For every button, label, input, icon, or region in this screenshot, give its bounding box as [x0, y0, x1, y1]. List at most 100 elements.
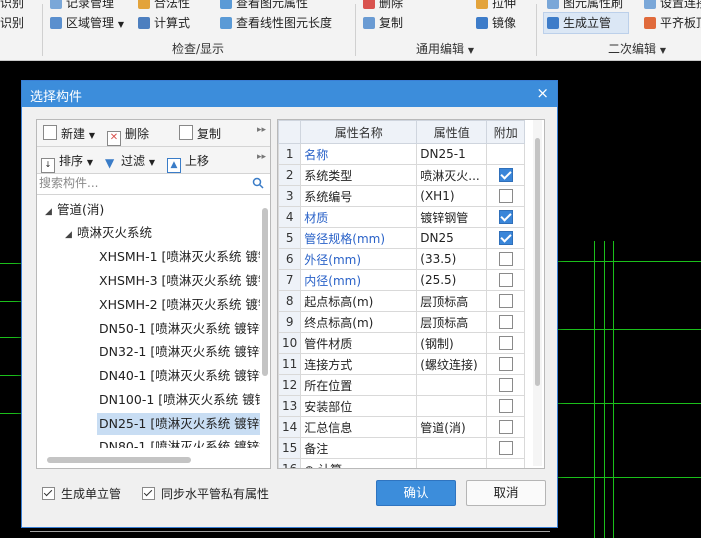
attr-value[interactable]: (螺纹连接): [416, 353, 488, 375]
tree-horizontal-scrollbar[interactable]: [47, 457, 247, 464]
attr-value[interactable]: (XH1): [416, 185, 488, 207]
ribbon-view-length[interactable]: 查看线性图元长度: [220, 14, 332, 31]
checkbox-unchecked[interactable]: [498, 441, 513, 456]
option-sync-private-attr[interactable]: 同步水平管私有属性: [142, 485, 269, 502]
ribbon-view-attr[interactable]: 查看图元属性: [220, 0, 308, 11]
attr-value[interactable]: DN25: [416, 227, 488, 249]
canvas-line: [557, 261, 701, 262]
ribbon-identify-1[interactable]: 识别: [0, 0, 24, 11]
tree-item[interactable]: XHSMH-1 [喷淋灭火系统 镀锌钢: [99, 246, 260, 268]
tree-item[interactable]: DN50-1 [喷淋灭火系统 镀锌钢: [99, 318, 260, 340]
checkbox-unchecked[interactable]: [498, 252, 513, 267]
checkbox-unchecked[interactable]: [498, 336, 513, 351]
attr-value[interactable]: [416, 458, 488, 468]
checkbox-checked[interactable]: [498, 231, 513, 246]
search-input[interactable]: [39, 175, 247, 191]
ribbon-generate-riser[interactable]: 生成立管: [547, 14, 611, 31]
attr-value[interactable]: 喷淋灭火...: [416, 164, 488, 186]
ribbon-delete[interactable]: 删除: [363, 0, 403, 11]
grid-row[interactable]: 10 管件材质 (钢制): [278, 332, 526, 354]
tree-item[interactable]: XHSMH-2 [喷淋灭火系统 镀锌钢: [99, 294, 260, 316]
attr-value[interactable]: DN25-1: [416, 143, 488, 165]
attr-value[interactable]: (33.5): [416, 248, 488, 270]
ok-button[interactable]: 确认: [376, 480, 456, 506]
tree-node-pipe[interactable]: ◢ 管道(消): [45, 199, 104, 221]
filter-button[interactable]: ▼ 过滤 ▼: [105, 152, 155, 170]
scrollbar-thumb[interactable]: [47, 457, 191, 463]
attr-value[interactable]: (钢制): [416, 332, 488, 354]
grid-row[interactable]: 13 安装部位: [278, 395, 526, 417]
move-up-button[interactable]: ▲ 上移: [167, 152, 209, 173]
attr-value[interactable]: 层顶标高: [416, 311, 488, 333]
grid-row[interactable]: 15 备注: [278, 437, 526, 459]
scrollbar-thumb[interactable]: [262, 208, 268, 376]
attr-value[interactable]: [416, 437, 488, 459]
canvas-line: [0, 301, 21, 302]
grid-row[interactable]: 3 系统编号 (XH1): [278, 185, 526, 207]
checkbox-unchecked[interactable]: [498, 189, 513, 204]
tree-item[interactable]: DN100-1 [喷淋灭火系统 镀锌钢: [99, 389, 260, 411]
collapse-arrow-icon[interactable]: ◢: [65, 224, 77, 246]
grid-row[interactable]: 2 系统类型 喷淋灭火...: [278, 164, 526, 186]
ribbon-region-manage[interactable]: 区域管理 ▼: [50, 14, 124, 31]
checkbox-unchecked[interactable]: [498, 315, 513, 330]
grid-row[interactable]: 7 内径(mm) (25.5): [278, 269, 526, 291]
ribbon-flush-slab[interactable]: 平齐板顶: [644, 14, 701, 31]
checkbox-checked[interactable]: [42, 487, 55, 500]
delete-button[interactable]: ✕ 删除: [107, 125, 149, 146]
grid-row[interactable]: 5 管径规格(mm) DN25: [278, 227, 526, 249]
checkbox-unchecked[interactable]: [498, 399, 513, 414]
grid-row[interactable]: 16⊕ 计算: [278, 458, 526, 468]
grid-row[interactable]: 9 终点标高(m) 层顶标高: [278, 311, 526, 333]
grid-row[interactable]: 4 材质 镀锌钢管: [278, 206, 526, 228]
checkbox-checked[interactable]: [498, 210, 513, 225]
checkbox-unchecked[interactable]: [498, 378, 513, 393]
checkbox-unchecked[interactable]: [498, 273, 513, 288]
search-icon[interactable]: [252, 177, 264, 189]
grid-row[interactable]: 12 所在位置: [278, 374, 526, 396]
ribbon-identify-2[interactable]: 识别: [0, 14, 24, 31]
sort-button[interactable]: ↓ 排序 ▼: [41, 152, 93, 173]
ribbon-attr-brush[interactable]: 图元属性刷: [547, 0, 623, 11]
ribbon-set-connect[interactable]: 设置连接: [644, 0, 701, 11]
attr-value[interactable]: 层顶标高: [416, 290, 488, 312]
ribbon-copy[interactable]: 复制: [363, 14, 403, 31]
checkbox-checked[interactable]: [142, 487, 155, 500]
checkbox-checked[interactable]: [498, 168, 513, 183]
cancel-button[interactable]: 取消: [466, 480, 546, 506]
close-icon[interactable]: ×: [536, 84, 549, 102]
grid-row[interactable]: 1 名称 DN25-1: [278, 143, 526, 165]
grid-row[interactable]: 14 汇总信息 管道(消): [278, 416, 526, 438]
grid-row[interactable]: 8 起点标高(m) 层顶标高: [278, 290, 526, 312]
ribbon-stretch[interactable]: 拉伸: [476, 0, 516, 11]
tree-item[interactable]: DN80-1 [喷淋灭火系统 镀锌钢: [99, 436, 260, 448]
more-icon[interactable]: ▸▸: [257, 125, 266, 135]
tree-node-sprinkler-system[interactable]: ◢ 喷淋灭火系统: [65, 222, 152, 244]
tree-vertical-scrollbar[interactable]: [261, 198, 268, 442]
grid-row[interactable]: 6 外径(mm) (33.5): [278, 248, 526, 270]
tree-item-selected[interactable]: DN25-1 [喷淋灭火系统 镀锌钢: [97, 413, 260, 435]
ribbon-legality[interactable]: 合法性: [138, 0, 190, 11]
tree-item[interactable]: XHSMH-3 [喷淋灭火系统 镀锌钢: [99, 270, 260, 292]
ribbon-record-manage[interactable]: 记录管理: [50, 0, 114, 11]
checkbox-unchecked[interactable]: [498, 294, 513, 309]
attr-value[interactable]: 镀锌钢管: [416, 206, 488, 228]
tree-item[interactable]: DN32-1 [喷淋灭火系统 镀锌钢: [99, 341, 260, 363]
attr-value[interactable]: [416, 374, 488, 396]
ribbon-formula[interactable]: 计算式: [138, 14, 190, 31]
grid-row[interactable]: 11 连接方式 (螺纹连接): [278, 353, 526, 375]
grid-vertical-scrollbar[interactable]: [533, 120, 542, 466]
checkbox-unchecked[interactable]: [498, 420, 513, 435]
more-icon[interactable]: ▸▸: [257, 152, 266, 162]
attr-value[interactable]: [416, 395, 488, 417]
attr-value[interactable]: 管道(消): [416, 416, 488, 438]
option-gen-single-riser[interactable]: 生成单立管: [42, 485, 121, 502]
new-button[interactable]: 新建 ▼: [43, 125, 95, 142]
checkbox-unchecked[interactable]: [498, 357, 513, 372]
collapse-arrow-icon[interactable]: ◢: [45, 201, 57, 223]
scrollbar-thumb[interactable]: [535, 138, 540, 386]
attr-value[interactable]: (25.5): [416, 269, 488, 291]
tree-item[interactable]: DN40-1 [喷淋灭火系统 镀锌钢: [99, 365, 260, 387]
copy-button[interactable]: 复制: [179, 125, 221, 142]
ribbon-mirror[interactable]: 镜像: [476, 14, 516, 31]
